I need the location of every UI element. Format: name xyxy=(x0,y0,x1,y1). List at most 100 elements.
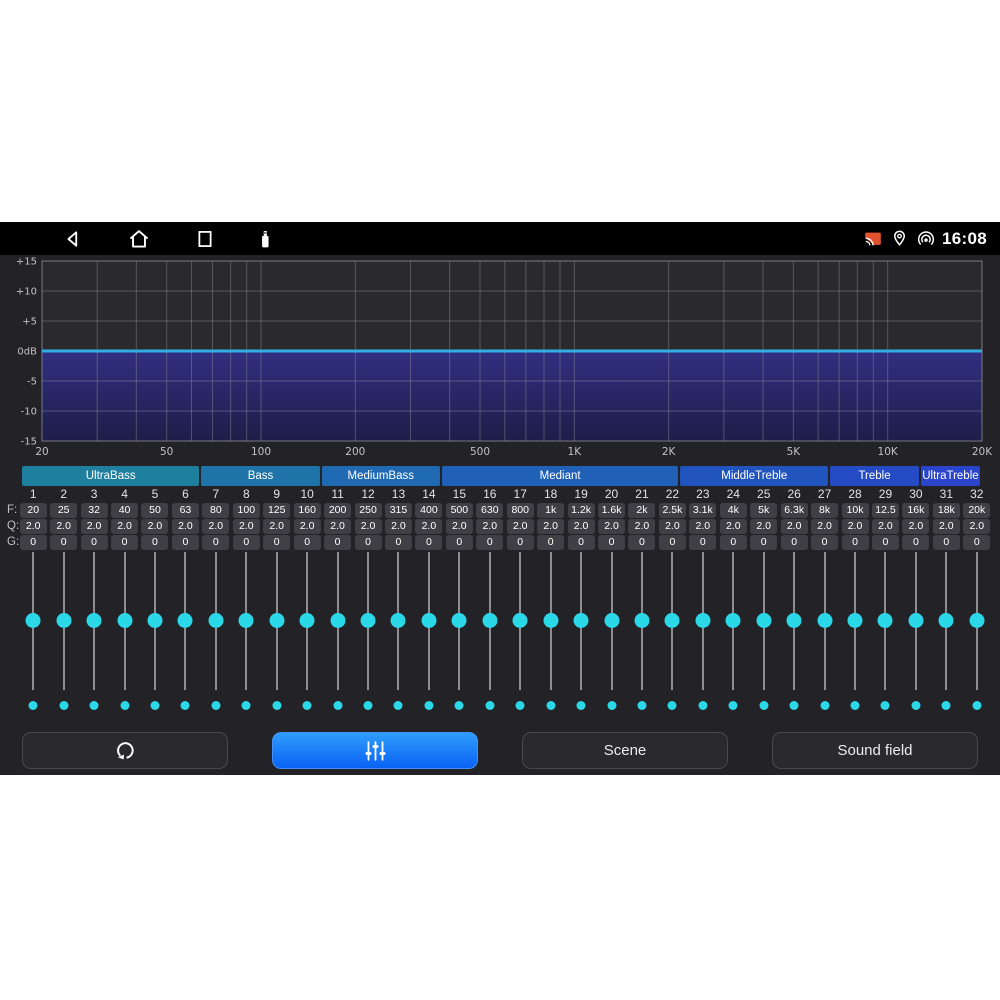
column-18: 0 xyxy=(535,535,565,550)
column-19: 2.0 xyxy=(566,519,596,534)
slider-knob[interactable] xyxy=(178,613,193,628)
column-18: 18 xyxy=(535,487,565,501)
slider-dot xyxy=(424,701,433,710)
slider-knob[interactable] xyxy=(421,613,436,628)
column-21: 0 xyxy=(627,535,657,550)
band-label-row: UltraBassBassMediumBassMediantMiddleTreb… xyxy=(22,466,980,486)
scene-button-label: Scene xyxy=(604,742,647,759)
slider-dot xyxy=(364,701,373,710)
column-17: 17 xyxy=(505,487,535,501)
column-16: 2.0 xyxy=(475,519,505,534)
slider-knob[interactable] xyxy=(939,613,954,628)
slider-knob[interactable] xyxy=(848,613,863,628)
slider-knob[interactable] xyxy=(26,613,41,628)
slider-knob[interactable] xyxy=(56,613,71,628)
slider-knob[interactable] xyxy=(361,613,376,628)
slider-knob[interactable] xyxy=(117,613,132,628)
slider-knob[interactable] xyxy=(817,613,832,628)
column-10: 0 xyxy=(292,535,322,550)
gain-slider-16 xyxy=(475,550,505,715)
gain-slider-19 xyxy=(566,550,596,715)
band-segment-treble: Treble xyxy=(830,466,919,486)
slider-knob[interactable] xyxy=(87,613,102,628)
column-15: 15 xyxy=(444,487,474,501)
svg-text:20: 20 xyxy=(35,446,48,458)
column-22: 2.5k xyxy=(657,503,687,518)
slider-knob[interactable] xyxy=(787,613,802,628)
slider-dot xyxy=(333,701,342,710)
slider-knob[interactable] xyxy=(878,613,893,628)
slider-dot xyxy=(637,701,646,710)
freq-value-cell: 100 xyxy=(233,503,260,518)
slider-knob[interactable] xyxy=(726,613,741,628)
column-8: 100 xyxy=(231,503,261,518)
svg-text:2K: 2K xyxy=(662,446,677,458)
slider-knob[interactable] xyxy=(513,613,528,628)
scene-button[interactable]: Scene xyxy=(522,732,728,769)
back-icon[interactable] xyxy=(60,226,86,252)
column-20: 1.6k xyxy=(596,503,626,518)
reset-button[interactable] xyxy=(22,732,228,769)
equalizer-button[interactable] xyxy=(272,732,478,769)
freq-value-cell: 25 xyxy=(50,503,77,518)
slider-knob[interactable] xyxy=(543,613,558,628)
slider-knob[interactable] xyxy=(695,613,710,628)
slider-knob[interactable] xyxy=(239,613,254,628)
freq-value-cell: 2.5k xyxy=(659,503,686,518)
column-9: 2.0 xyxy=(262,519,292,534)
freq-value-cell: 1.2k xyxy=(568,503,595,518)
gain-value-row: 00000000000000000000000000000000 xyxy=(18,535,992,550)
column-10: 10 xyxy=(292,487,322,501)
gain-slider-31 xyxy=(931,550,961,715)
freq-value-cell: 18k xyxy=(933,503,960,518)
column-3: 2.0 xyxy=(79,519,109,534)
freq-value-cell: 315 xyxy=(385,503,412,518)
slider-knob[interactable] xyxy=(665,613,680,628)
band-segment-mediumbass: MediumBass xyxy=(322,466,440,486)
column-15: 500 xyxy=(444,503,474,518)
gain-value-cell: 0 xyxy=(385,535,412,550)
slider-knob[interactable] xyxy=(908,613,923,628)
column-6: 0 xyxy=(170,535,200,550)
slider-dot xyxy=(698,701,707,710)
freq-value-cell: 80 xyxy=(202,503,229,518)
column-5: 50 xyxy=(140,503,170,518)
home-icon[interactable] xyxy=(126,225,153,252)
slider-knob[interactable] xyxy=(208,613,223,628)
freq-value-cell: 5k xyxy=(750,503,777,518)
slider-knob[interactable] xyxy=(391,613,406,628)
slider-dot xyxy=(150,701,159,710)
column-20: 20 xyxy=(596,487,626,501)
gain-slider-30 xyxy=(901,550,931,715)
channel-number: 7 xyxy=(213,487,220,501)
slider-knob[interactable] xyxy=(604,613,619,628)
slider-knob[interactable] xyxy=(300,613,315,628)
slider-knob[interactable] xyxy=(147,613,162,628)
slider-knob[interactable] xyxy=(969,613,984,628)
freq-value-cell: 800 xyxy=(507,503,534,518)
sound-field-button[interactable]: Sound field xyxy=(772,732,978,769)
column-22: 22 xyxy=(657,487,687,501)
q-value-cell: 2.0 xyxy=(446,519,473,534)
column-8: 2.0 xyxy=(231,519,261,534)
channel-number: 24 xyxy=(727,487,740,501)
slider-knob[interactable] xyxy=(452,613,467,628)
column-21: 2.0 xyxy=(627,519,657,534)
q-value-cell: 2.0 xyxy=(628,519,655,534)
column-8: 8 xyxy=(231,487,261,501)
recents-icon[interactable] xyxy=(193,226,218,251)
slider-knob[interactable] xyxy=(269,613,284,628)
gain-value-cell: 0 xyxy=(20,535,47,550)
column-2: 2.0 xyxy=(48,519,78,534)
freq-value-cell: 12.5 xyxy=(872,503,899,518)
q-value-cell: 2.0 xyxy=(324,519,351,534)
gain-value-cell: 0 xyxy=(294,535,321,550)
slider-knob[interactable] xyxy=(330,613,345,628)
svg-text:-5: -5 xyxy=(27,377,37,388)
slider-knob[interactable] xyxy=(482,613,497,628)
slider-knob[interactable] xyxy=(756,613,771,628)
channel-number: 26 xyxy=(787,487,800,501)
freq-value-cell: 4k xyxy=(720,503,747,518)
slider-knob[interactable] xyxy=(574,613,589,628)
slider-knob[interactable] xyxy=(634,613,649,628)
